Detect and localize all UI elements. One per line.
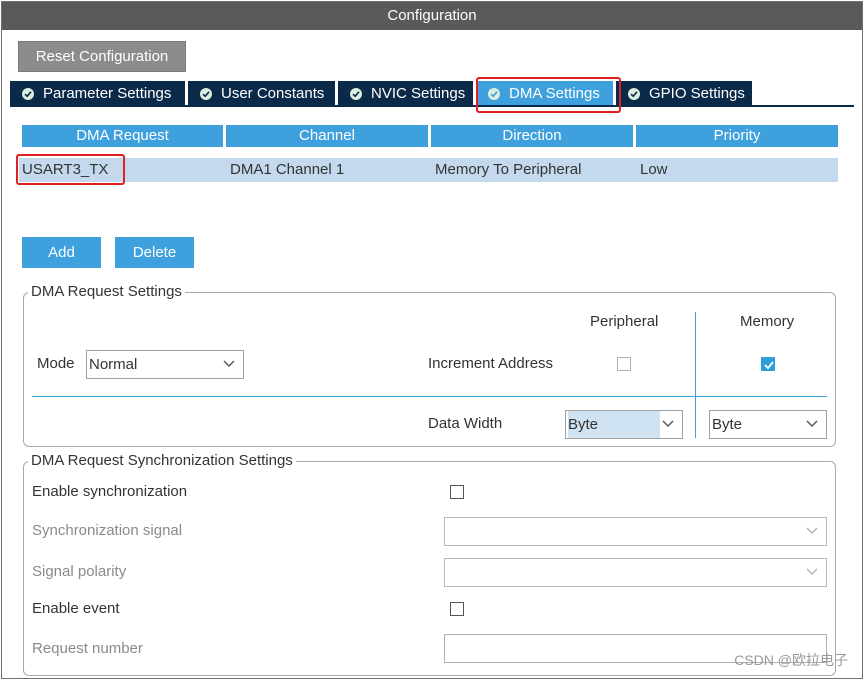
tab-label: GPIO Settings [649,85,745,102]
enable-synchronization-label: Enable synchronization [32,483,188,500]
peripheral-column-label: Peripheral [590,313,659,330]
tab-parameter-settings[interactable]: Parameter Settings [10,81,185,106]
tab-user-constants[interactable]: User Constants [188,81,335,106]
memory-increment-checkbox[interactable] [761,357,775,371]
table-row[interactable]: USART3_TX DMA1 Channel 1 Memory To Perip… [19,158,838,182]
tab-label: DMA Settings [509,85,600,102]
peripheral-data-width-value: Byte [568,411,660,438]
mode-select[interactable]: Normal [86,350,244,379]
tab-gpio-settings[interactable]: GPIO Settings [616,81,752,106]
enable-event-checkbox[interactable] [450,602,464,616]
enable-event-label: Enable event [32,600,120,617]
synchronization-signal-select[interactable] [444,517,827,546]
check-circle-icon [628,87,640,100]
check-circle-icon [200,87,212,100]
check-icon [764,361,774,370]
data-width-label: Data Width [428,415,503,432]
settings-tabs: Parameter Settings User Constants NVIC S… [10,81,755,106]
cell-direction: Memory To Peripheral [435,161,582,178]
request-number-label: Request number [32,640,143,657]
check-circle-icon [488,87,500,100]
column-header-priority[interactable]: Priority [636,125,838,147]
synchronization-signal-label: Synchronization signal [32,522,183,539]
check-circle-icon [22,87,34,100]
cell-channel: DMA1 Channel 1 [230,161,345,178]
tab-nvic-settings[interactable]: NVIC Settings [338,81,473,106]
mode-select-value: Normal [89,356,138,373]
memory-data-width-select[interactable]: Byte [709,410,827,439]
signal-polarity-select[interactable] [444,558,827,587]
tab-dma-settings[interactable]: DMA Settings [476,81,613,106]
column-header-channel[interactable]: Channel [226,125,428,147]
memory-data-width-value: Byte [712,416,743,433]
configuration-panel: Configuration Reset Configuration Parame… [1,1,863,679]
tab-label: User Constants [221,85,325,102]
check-circle-icon [350,87,362,100]
enable-synchronization-checkbox[interactable] [450,485,464,499]
dma-sync-settings-legend: DMA Request Synchronization Settings [28,452,296,470]
tab-underline [10,105,854,107]
watermark-text: CSDN @欧拉电子 [734,652,848,668]
chevron-down-icon [662,420,674,427]
peripheral-increment-checkbox[interactable] [617,357,631,371]
memory-column-label: Memory [740,313,795,330]
chevron-down-icon [223,360,235,367]
column-header-dma-request[interactable]: DMA Request [22,125,223,147]
column-divider [695,312,696,438]
chevron-down-icon [806,420,818,427]
chevron-down-icon [806,527,818,534]
tab-label: Parameter Settings [43,85,172,102]
reset-configuration-button[interactable]: Reset Configuration [18,41,186,72]
row-divider [32,396,827,397]
peripheral-data-width-select[interactable]: Byte [565,410,683,439]
tab-label: NVIC Settings [371,85,466,102]
cell-dma-request: USART3_TX [22,161,109,178]
chevron-down-icon [806,568,818,575]
dma-request-settings-legend: DMA Request Settings [28,283,185,301]
dma-table-header: DMA Request Channel Direction Priority [22,125,838,147]
delete-button[interactable]: Delete [115,237,194,268]
signal-polarity-label: Signal polarity [32,563,127,580]
add-button[interactable]: Add [22,237,101,268]
column-header-direction[interactable]: Direction [431,125,633,147]
window-title: Configuration [2,2,862,30]
increment-address-label: Increment Address [428,355,554,372]
cell-priority: Low [640,161,668,178]
mode-label: Mode [37,355,75,372]
